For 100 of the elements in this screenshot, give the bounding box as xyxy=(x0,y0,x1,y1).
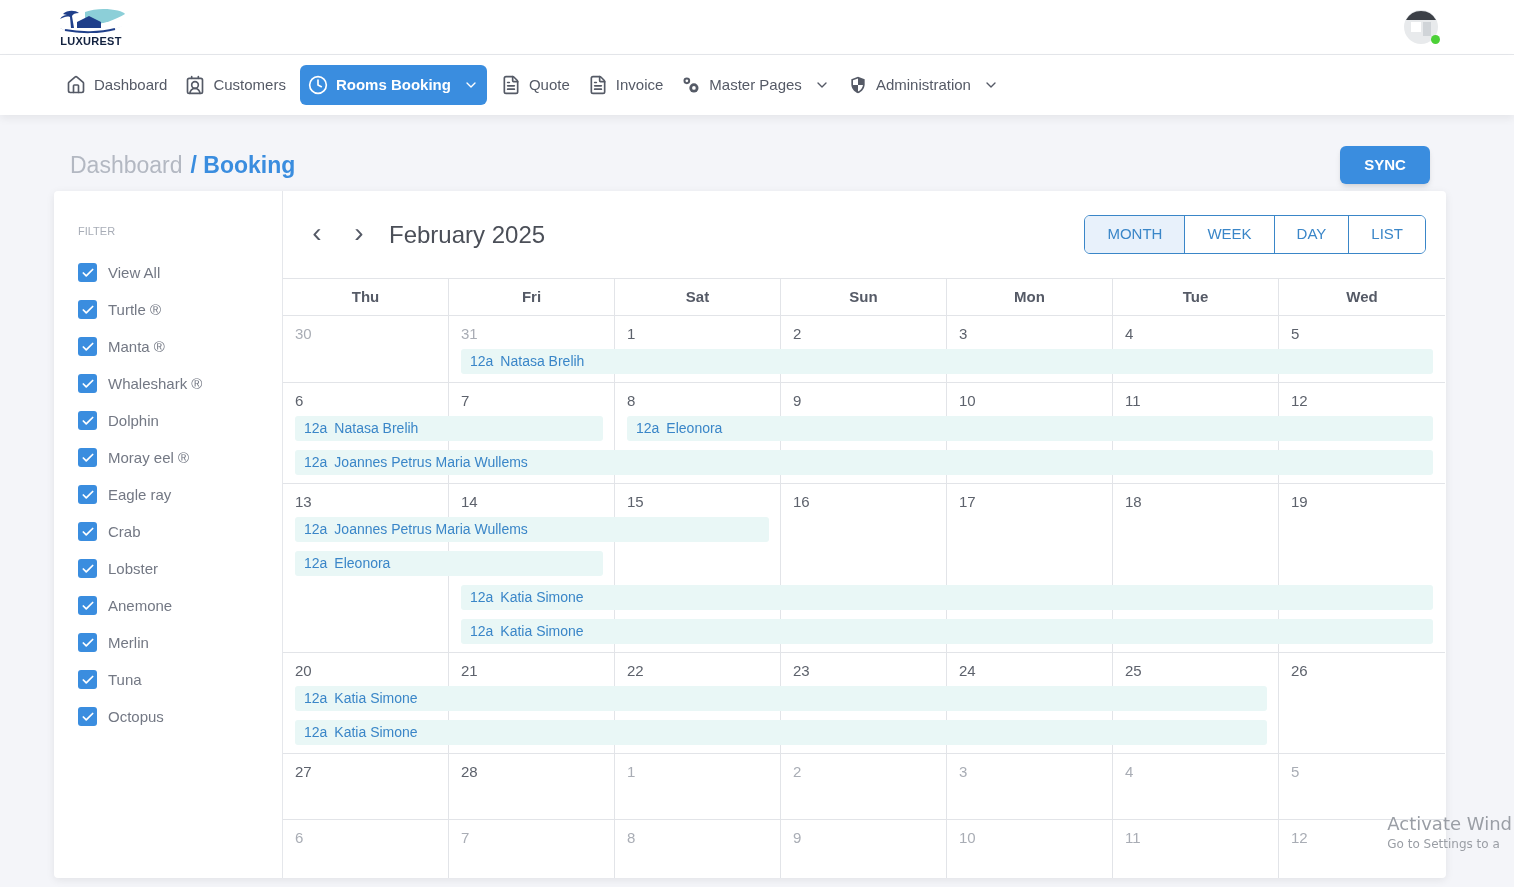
filter-label: Anemone xyxy=(108,595,173,616)
day-number: 7 xyxy=(461,392,470,409)
day-number: 16 xyxy=(793,493,810,510)
brand-name: LUXUREST xyxy=(60,35,122,47)
checkbox[interactable] xyxy=(78,707,97,727)
weekday-header: Mon xyxy=(947,279,1113,315)
day-number: 27 xyxy=(295,763,312,780)
booking-event[interactable]: 12a Katia Simone xyxy=(461,585,1433,610)
day-number: 18 xyxy=(1125,493,1142,510)
day-number: 6 xyxy=(295,392,304,409)
day-number: 20 xyxy=(295,662,312,679)
booking-event[interactable]: 12a Joannes Petrus Maria Wullems xyxy=(295,450,1433,475)
day-number: 15 xyxy=(627,493,644,510)
day-number: 25 xyxy=(1125,662,1142,679)
day-number: 28 xyxy=(461,763,478,780)
filter-label: Dolphin xyxy=(108,410,159,431)
activation-notice-text: Go to Settings to a xyxy=(1387,836,1501,853)
filter-label: Whaleshark ® xyxy=(108,373,203,394)
day-number: 12 xyxy=(1291,392,1308,409)
checkbox[interactable] xyxy=(78,559,97,579)
day-number: 19 xyxy=(1291,493,1308,510)
nav-item[interactable]: Master Pages xyxy=(677,65,834,105)
next-month-button[interactable]: › xyxy=(347,218,371,251)
clock-icon xyxy=(307,75,328,95)
filter-label: Eagle ray xyxy=(108,484,172,505)
weekday-header: Wed xyxy=(1345,286,1379,307)
day-number: 22 xyxy=(627,662,644,679)
nav-item[interactable]: Customers xyxy=(181,65,290,105)
weekday-header: Sat xyxy=(615,279,781,315)
day-number: 1 xyxy=(627,763,636,780)
filter-label: Octopus xyxy=(108,706,164,727)
booking-event[interactable]: 12a Eleonora xyxy=(295,551,603,576)
filter-label: Tuna xyxy=(108,669,142,690)
day-number: 26 xyxy=(1291,662,1308,679)
person-icon xyxy=(185,75,206,95)
previous-month-button[interactable]: ‹ xyxy=(305,218,329,251)
checkbox[interactable] xyxy=(78,411,97,431)
filter-label: Merlin xyxy=(108,632,149,653)
day-number: 21 xyxy=(461,662,478,679)
checkbox[interactable] xyxy=(78,263,97,283)
view-tab[interactable]: MONTH xyxy=(1085,216,1185,253)
checkbox[interactable] xyxy=(78,633,97,653)
day-number: 2 xyxy=(793,325,802,342)
day-number: 9 xyxy=(793,829,802,846)
filter-heading: FILTER xyxy=(78,224,117,239)
day-number: 13 xyxy=(295,493,312,510)
day-number: 10 xyxy=(959,392,976,409)
activation-notice-title: Activate Wind xyxy=(1387,812,1512,835)
checkbox[interactable] xyxy=(78,670,97,690)
nav-item[interactable]: Quote xyxy=(496,65,574,105)
nav-item[interactable]: Administration xyxy=(843,65,1003,105)
day-number: 17 xyxy=(959,493,976,510)
breadcrumb-current: / Booking xyxy=(190,150,296,180)
booking-event[interactable]: 12a Katia Simone xyxy=(461,619,1433,644)
day-number: 5 xyxy=(1291,325,1300,342)
checkbox[interactable] xyxy=(78,374,97,394)
booking-event[interactable]: 12a Natasa Brelih xyxy=(295,416,603,441)
calendar-title: February 2025 xyxy=(389,219,546,250)
day-number: 6 xyxy=(295,829,304,846)
booking-event[interactable]: 12a Katia Simone xyxy=(295,720,1267,745)
day-number: 7 xyxy=(461,829,470,846)
view-tab[interactable]: LIST xyxy=(1348,216,1425,253)
sync-button[interactable]: SYNC xyxy=(1340,146,1430,184)
filter-label: Manta ® xyxy=(108,336,165,357)
checkbox[interactable] xyxy=(78,300,97,320)
checkbox[interactable] xyxy=(78,448,97,468)
avatar[interactable] xyxy=(1404,8,1438,46)
day-number: 3 xyxy=(959,763,968,780)
day-number: 31 xyxy=(461,325,478,342)
filter-label: Crab xyxy=(108,521,141,542)
filter-label: Lobster xyxy=(108,558,159,579)
day-number: 4 xyxy=(1125,763,1134,780)
weekday-header: Tue xyxy=(1113,279,1279,315)
day-number: 24 xyxy=(959,662,976,679)
booking-event[interactable]: 12a Joannes Petrus Maria Wullems xyxy=(295,517,769,542)
day-number: 12 xyxy=(1291,829,1308,846)
nav-item[interactable]: Dashboard xyxy=(62,65,172,105)
booking-event[interactable]: 12a Natasa Brelih xyxy=(461,349,1433,374)
day-number: 8 xyxy=(627,392,636,409)
checkbox[interactable] xyxy=(78,522,97,542)
day-number: 4 xyxy=(1125,325,1134,342)
weekday-header: Fri xyxy=(449,279,615,315)
booking-event[interactable]: 12a Katia Simone xyxy=(295,686,1267,711)
booking-event[interactable]: 12a Eleonora xyxy=(627,416,1433,441)
day-number: 9 xyxy=(793,392,802,409)
day-number: 8 xyxy=(627,829,636,846)
day-number: 10 xyxy=(959,829,976,846)
checkbox[interactable] xyxy=(78,337,97,357)
nav-item[interactable]: Invoice xyxy=(583,65,668,105)
weekday-header: Sun xyxy=(781,279,947,315)
checkbox[interactable] xyxy=(78,596,97,616)
filter-label: Turtle ® xyxy=(108,299,161,320)
day-number: 3 xyxy=(959,325,968,342)
day-number: 30 xyxy=(295,325,312,342)
day-number: 14 xyxy=(461,493,478,510)
nav-item[interactable]: Rooms Booking xyxy=(299,65,487,105)
day-number: 23 xyxy=(793,662,810,679)
checkbox[interactable] xyxy=(78,485,97,505)
breadcrumb-link[interactable]: Dashboard xyxy=(70,147,183,183)
day-number: 11 xyxy=(1125,829,1141,846)
